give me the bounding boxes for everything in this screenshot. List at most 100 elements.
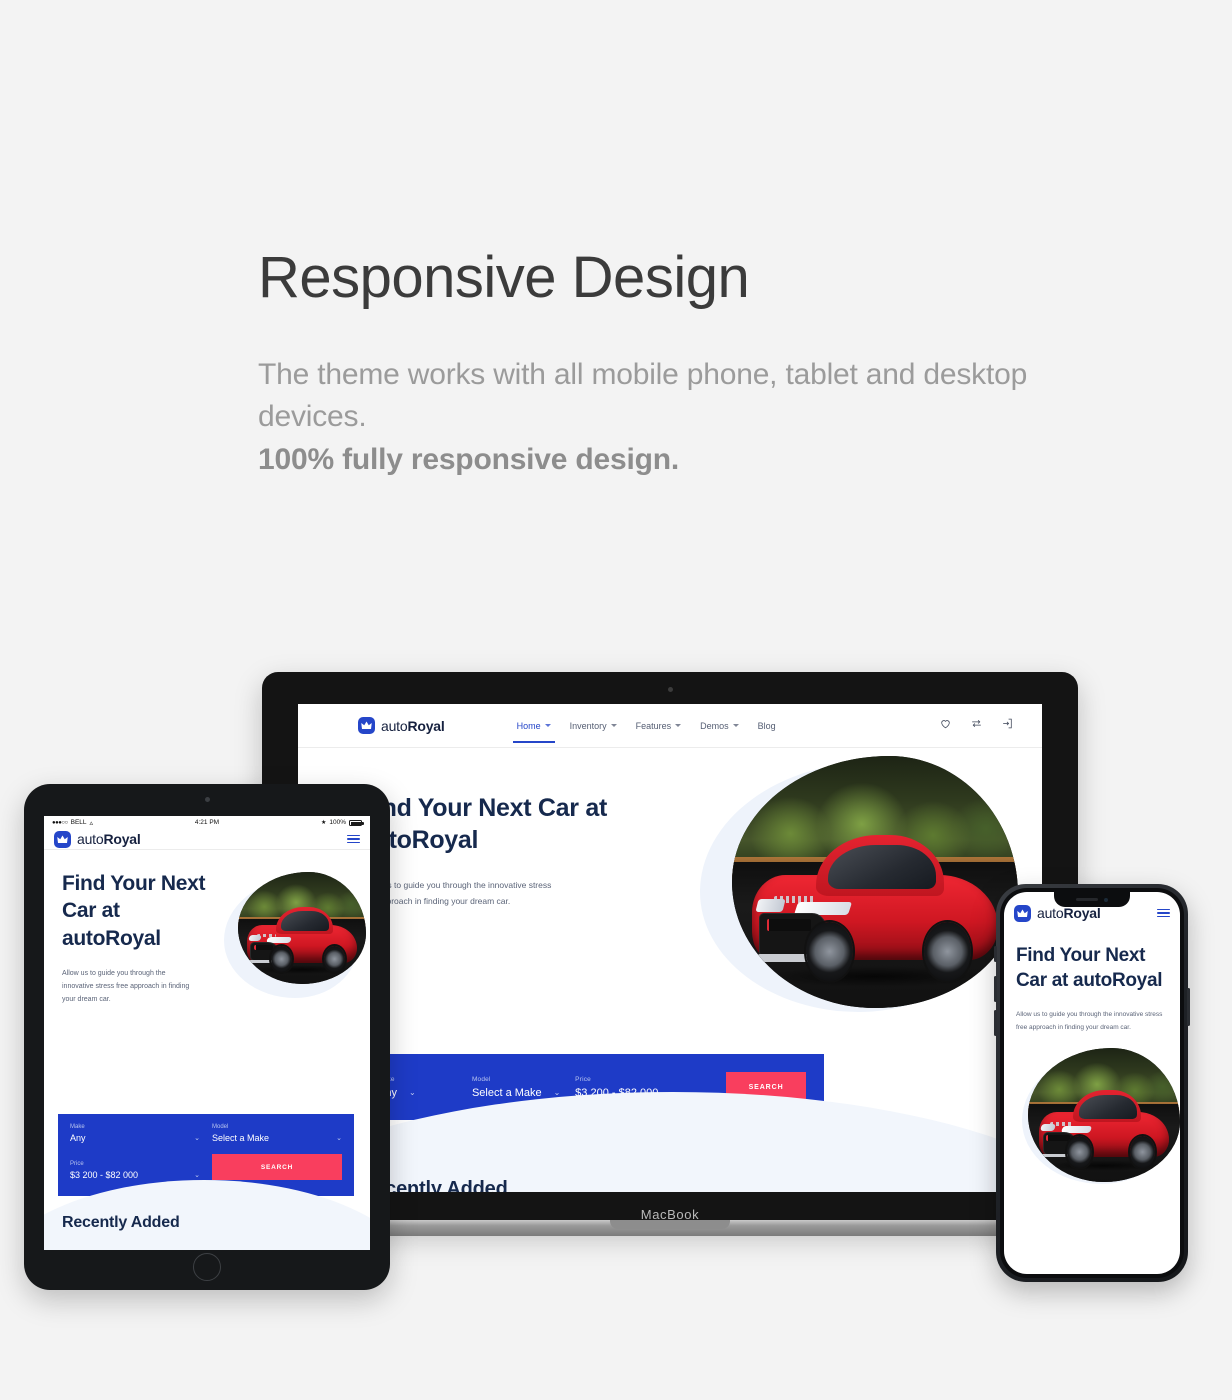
nav-item-features[interactable]: Features bbox=[636, 709, 682, 743]
desktop-site-navbar: autoRoyal Home Inventory Features Demos … bbox=[298, 704, 1042, 748]
desktop-nav-links: Home Inventory Features Demos Blog bbox=[512, 709, 776, 743]
desktop-nav-icon-group bbox=[939, 717, 1014, 735]
search-make-value: Any bbox=[70, 1133, 86, 1143]
page-title: Responsive Design bbox=[258, 245, 750, 310]
site-logo[interactable]: autoRoyal bbox=[358, 717, 445, 734]
nav-item-inventory-label: Inventory bbox=[569, 720, 607, 731]
tablet-camera-icon bbox=[204, 797, 210, 802]
heart-icon[interactable] bbox=[939, 717, 952, 735]
site-logo-text: autoRoyal bbox=[77, 831, 141, 847]
hero-title-line-3: autoRoyal bbox=[1073, 969, 1163, 991]
phone-volume-up-button[interactable] bbox=[994, 976, 997, 1002]
carrier-label: BELL bbox=[70, 819, 87, 826]
recently-added-heading: Recently Added bbox=[62, 1214, 180, 1231]
logo-text-bold: Royal bbox=[407, 717, 445, 734]
hero-subtitle-line-1: Allow us to guide you through the bbox=[1016, 1011, 1113, 1019]
battery-percent-label: 100% bbox=[329, 819, 346, 826]
search-make-field[interactable]: Make Any ⌄ bbox=[70, 1124, 200, 1143]
tablet-ios-status-bar: ●●●○○ BELL ▵ 4:21 PM ★ 100% bbox=[44, 816, 370, 829]
promo-text-block: Responsive Design The theme works with a… bbox=[258, 246, 1078, 482]
hero-car-image bbox=[1028, 1048, 1180, 1183]
nav-item-blog[interactable]: Blog bbox=[758, 709, 776, 743]
hero-subtitle-line-4: car. bbox=[99, 995, 111, 1003]
logo-text-bold: Royal bbox=[1063, 905, 1101, 921]
search-model-label: Model bbox=[212, 1124, 229, 1130]
phone-notch bbox=[1054, 892, 1130, 907]
tablet-screen-viewport: ●●●○○ BELL ▵ 4:21 PM ★ 100% autoRoyal Fi… bbox=[44, 816, 370, 1250]
site-logo-text: autoRoyal bbox=[1037, 905, 1101, 921]
search-model-field[interactable]: Model Select a Make ⌄ bbox=[212, 1124, 342, 1143]
nav-item-demos[interactable]: Demos bbox=[700, 709, 739, 743]
search-model-label: Model bbox=[471, 1075, 491, 1083]
ipad-tablet-mockup: ●●●○○ BELL ▵ 4:21 PM ★ 100% autoRoyal Fi… bbox=[24, 784, 390, 1290]
chevron-down-icon: ⌄ bbox=[553, 1087, 561, 1097]
hero-subtitle-line-1: Allow us to guide you through the bbox=[62, 969, 166, 977]
phone-screen-viewport: autoRoyal Find Your Next Car at autoRoya… bbox=[1004, 892, 1180, 1274]
chevron-down-icon bbox=[675, 724, 682, 727]
promo-subcopy-line-1: The theme works with all mobile phone, bbox=[258, 357, 778, 391]
search-price-label: Price bbox=[70, 1161, 84, 1167]
hero-title: Find Your Next Car at autoRoyal bbox=[360, 792, 650, 856]
laptop-screen-viewport: autoRoyal Home Inventory Features Demos … bbox=[298, 704, 1042, 1192]
search-price-label: Price bbox=[575, 1075, 591, 1083]
hero-subtitle-line-2: innovative stress bbox=[62, 982, 115, 990]
phone-power-button[interactable] bbox=[1187, 988, 1190, 1026]
crown-icon bbox=[54, 830, 71, 848]
hamburger-menu-icon[interactable] bbox=[347, 834, 360, 844]
nav-item-inventory[interactable]: Inventory bbox=[570, 709, 617, 743]
hero-title: Find Your Next Car at autoRoyal bbox=[1016, 944, 1168, 993]
hero-subtitle-line-2: innovative stress bbox=[1113, 1011, 1163, 1019]
search-model-value: Select a Make bbox=[212, 1133, 270, 1143]
wifi-icon: ▵ bbox=[89, 819, 94, 827]
site-logo[interactable]: autoRoyal bbox=[54, 830, 141, 848]
bluetooth-icon: ★ bbox=[320, 820, 327, 826]
hero-title-line-1: Find Your Next Car at bbox=[360, 794, 607, 822]
phone-silent-switch[interactable] bbox=[994, 946, 997, 962]
search-model-value: Select a Make bbox=[471, 1086, 542, 1099]
search-price-field[interactable]: Price $3 200 - $82 000 ⌄ bbox=[70, 1161, 200, 1180]
compare-icon[interactable] bbox=[970, 717, 983, 735]
phone-hero-section: Find Your Next Car at autoRoyal Allow us… bbox=[1004, 918, 1180, 1198]
chevron-down-icon bbox=[732, 724, 739, 727]
desktop-hero-section: Find Your Next Car at autoRoyal Allow us… bbox=[298, 748, 1042, 1048]
site-logo[interactable]: autoRoyal bbox=[1014, 904, 1101, 922]
tablet-home-button[interactable] bbox=[193, 1253, 221, 1281]
nav-item-features-label: Features bbox=[635, 720, 672, 731]
laptop-camera-icon bbox=[667, 687, 673, 692]
login-icon[interactable] bbox=[1001, 717, 1014, 735]
search-submit-button[interactable]: SEARCH bbox=[212, 1154, 342, 1180]
hero-car-image bbox=[732, 756, 1018, 1008]
search-model-field[interactable]: Model Select a Make ⌄ bbox=[472, 1076, 575, 1099]
phone-earpiece-speaker bbox=[1076, 898, 1098, 901]
iphone-x-mockup: autoRoyal Find Your Next Car at autoRoya… bbox=[994, 884, 1190, 1282]
search-make-field[interactable]: Make Any ⌄ bbox=[378, 1076, 472, 1099]
hero-subtitle: Allow us to guide you through the innova… bbox=[360, 878, 585, 909]
tablet-site-navbar: autoRoyal bbox=[44, 829, 370, 850]
hero-subtitle: Allow us to guide you through the innova… bbox=[1016, 1009, 1168, 1034]
hero-title-line-3: autoRoyal bbox=[62, 926, 161, 950]
chevron-down-icon: ⌄ bbox=[194, 1172, 200, 1179]
phone-volume-down-button[interactable] bbox=[994, 1010, 997, 1036]
nav-item-blog-label: Blog bbox=[757, 720, 776, 731]
site-logo-text: autoRoyal bbox=[381, 718, 445, 734]
chevron-down-icon: ⌄ bbox=[194, 1135, 200, 1142]
phone-front-camera-icon bbox=[1104, 897, 1108, 902]
phone-hero-image-wrap bbox=[1016, 1048, 1180, 1198]
search-price-value: $3 200 - $82 000 bbox=[70, 1170, 139, 1180]
search-make-label: Make bbox=[70, 1124, 85, 1130]
chevron-down-icon: ⌄ bbox=[408, 1087, 416, 1097]
promo-subcopy-bold: 100% fully responsive design. bbox=[258, 442, 680, 476]
logo-text-light: auto bbox=[1037, 905, 1064, 921]
nav-item-demos-label: Demos bbox=[700, 720, 729, 731]
hero-subtitle: Allow us to guide you through the innova… bbox=[62, 968, 192, 1007]
hero-title-line-1: Find Your bbox=[62, 872, 156, 895]
signal-strength-icon: ●●●○○ bbox=[52, 819, 68, 826]
chevron-down-icon: ⌄ bbox=[336, 1135, 342, 1142]
nav-item-home-label: Home bbox=[516, 720, 541, 731]
nav-item-home[interactable]: Home bbox=[512, 709, 555, 743]
chevron-down-icon bbox=[544, 724, 551, 727]
logo-text-light: auto bbox=[381, 717, 408, 734]
logo-text-bold: Royal bbox=[103, 831, 141, 847]
hamburger-menu-icon[interactable] bbox=[1157, 908, 1170, 918]
crown-icon bbox=[1014, 904, 1031, 922]
